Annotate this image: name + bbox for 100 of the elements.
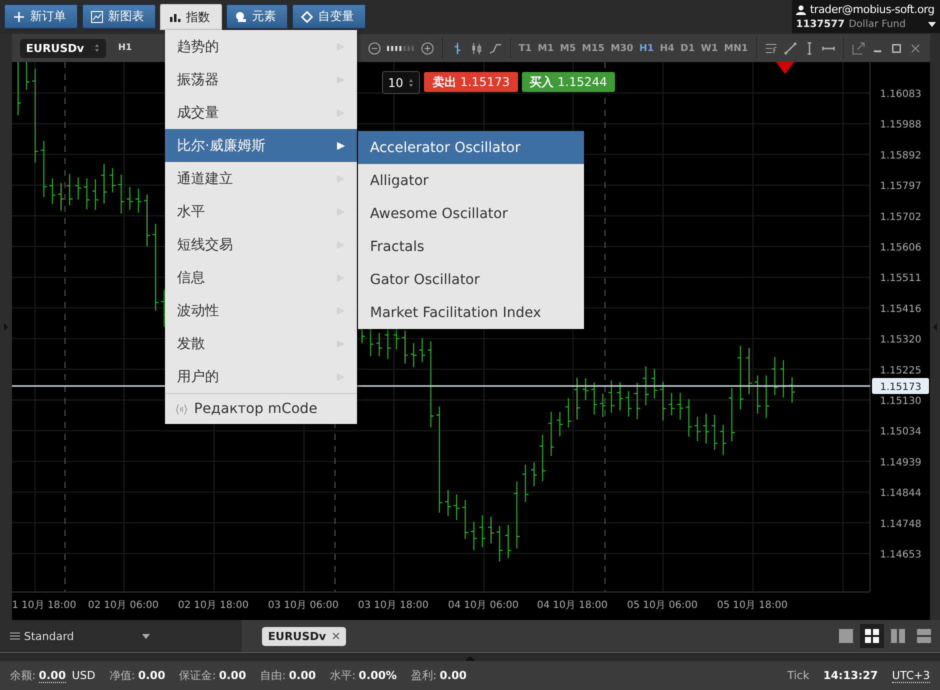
timeframe-button[interactable]: M5 [560, 42, 576, 54]
toolbar-button[interactable]: 自变量 [292, 4, 366, 29]
timezone-select[interactable]: UTC+3 [892, 668, 930, 682]
time-label: 05 10月 06:00 [627, 600, 698, 611]
current-price-label: 1.15173 [872, 378, 929, 394]
layout-icon [839, 629, 853, 643]
menu-item[interactable]: 成交量 [165, 96, 357, 129]
symbol-select[interactable]: EURUSDv [20, 38, 106, 58]
price-label: 1.15606 [880, 242, 922, 254]
chart-icon [91, 10, 103, 22]
timeframe-button[interactable]: D1 [680, 42, 695, 54]
buy-button[interactable]: 买入 1.15244 [522, 72, 616, 92]
price-label: 1.14653 [880, 550, 922, 560]
submenu-item[interactable]: Accelerator Oscillator [358, 131, 584, 164]
menu-item[interactable]: 水平 [165, 195, 357, 228]
price-label: 1.15130 [880, 396, 922, 407]
time-label: 04 10月 06:00 [448, 600, 519, 611]
clock-time: 14:13:27 [823, 669, 878, 682]
status-value: 0.00 [38, 668, 66, 682]
status-label: 余额: [10, 668, 36, 683]
price-label: 1.15892 [880, 150, 922, 162]
indicator-list-icon[interactable] [765, 42, 778, 54]
workspace-select[interactable]: Standard [0, 620, 242, 652]
status-value: 0.00 [218, 669, 246, 682]
layout-icon [891, 629, 905, 643]
maximize-icon[interactable] [890, 42, 903, 54]
price-label: 1.15320 [880, 334, 922, 346]
account-number: 1137577 [796, 19, 845, 30]
price-label: 1.14748 [880, 518, 922, 530]
account-email: trader@mobius-soft.org [810, 3, 934, 16]
price-label: 1.15702 [880, 212, 922, 223]
zoom-in-icon[interactable] [420, 42, 434, 54]
price-label: 1.15034 [880, 426, 922, 438]
trend-line-icon[interactable] [784, 42, 797, 54]
timeframe-button[interactable]: MN1 [724, 42, 748, 54]
layout-icon [917, 629, 931, 643]
menu-item[interactable]: 波动性 [165, 294, 357, 327]
submenu-item[interactable]: Alligator [358, 164, 584, 197]
timeframe-button[interactable]: W1 [700, 42, 718, 54]
price-label: 1.14844 [880, 488, 922, 500]
time-label: 02 10月 06:00 [88, 600, 159, 611]
status-value: 0.00% [358, 669, 397, 682]
status-value: 0.00 [138, 669, 166, 682]
close-icon[interactable] [332, 632, 340, 640]
menu-item[interactable]: 信息 [165, 261, 357, 294]
menu-item[interactable]: 比尔·威廉姆斯 [165, 129, 357, 162]
sell-button[interactable]: 卖出 1.15173 [424, 72, 518, 92]
timeframe-button[interactable]: H1 [639, 42, 654, 54]
status-label: 保证金: [179, 668, 216, 683]
timeframe-button[interactable]: M1 [538, 42, 554, 54]
toolbar-button[interactable]: 元素 [226, 4, 288, 29]
layout-icon [865, 629, 879, 643]
submenu-item[interactable]: Gator Oscillator [358, 263, 584, 296]
price-label: 1.15416 [880, 304, 922, 315]
detach-icon[interactable] [852, 42, 865, 54]
menu-icon [10, 632, 20, 640]
status-value: 0.00 [440, 669, 467, 682]
period-label: H1 [118, 43, 132, 53]
time-label: 04 10月 18:00 [537, 600, 608, 611]
currency-label: USD [72, 669, 96, 682]
toolbar-button[interactable]: 新图表 [82, 4, 156, 29]
menu-item[interactable]: Редактор mCode [165, 393, 357, 424]
timeframe-button[interactable]: H4 [660, 42, 674, 54]
zoom-scale-icon [386, 46, 415, 50]
bar-chart-icon [169, 11, 181, 23]
menu-item[interactable]: 短线交易 [165, 228, 357, 261]
timeframe-button[interactable]: M15 [582, 42, 605, 54]
account-panel[interactable]: trader@mobius-soft.org 1137577 Dollar Fund [792, 0, 940, 33]
shapes-icon [235, 10, 247, 22]
toolbar-button[interactable]: 指数 [160, 4, 222, 30]
price-label: 1.15988 [880, 120, 922, 131]
layout-button[interactable] [860, 624, 884, 648]
caret-icon [928, 22, 936, 27]
submenu-item[interactable]: Awesome Oscillator [358, 197, 584, 230]
time-label: 1 10月 18:00 [12, 600, 76, 611]
submenu-item[interactable]: Fractals [358, 230, 584, 263]
toolbar-button[interactable]: 新订单 [4, 4, 78, 29]
candle-chart-icon[interactable] [470, 42, 483, 54]
status-label: 盈利: [410, 668, 437, 683]
menu-item[interactable]: 发散 [165, 327, 357, 360]
timeframe-button[interactable]: M30 [610, 42, 634, 54]
chart-tab[interactable]: EURUSDv [262, 626, 346, 646]
zoom-out-icon[interactable] [368, 42, 381, 54]
volume-field[interactable]: 10 [382, 71, 420, 94]
submenu-item[interactable]: Market Facilitation Index [358, 296, 584, 329]
line-chart-icon[interactable] [488, 42, 502, 54]
price-label: 1.16083 [880, 89, 922, 100]
price-label: 1.15511 [880, 273, 922, 284]
account-name: Dollar Fund [848, 19, 906, 30]
time-label: 03 10月 18:00 [358, 600, 429, 611]
time-label: 03 10月 06:00 [268, 600, 339, 611]
timeframe-button[interactable]: T1 [518, 42, 532, 54]
menu-item[interactable]: 趋势的 [165, 30, 357, 63]
menu-item[interactable]: 振荡器 [165, 63, 357, 96]
menu-item[interactable]: 通道建立 [165, 162, 357, 195]
menu-item[interactable]: 用户的 [165, 360, 357, 393]
price-label: 1.15225 [880, 365, 922, 376]
time-label: 05 10月 18:00 [717, 600, 788, 611]
close-icon[interactable] [909, 42, 922, 54]
plus-icon [13, 10, 25, 22]
